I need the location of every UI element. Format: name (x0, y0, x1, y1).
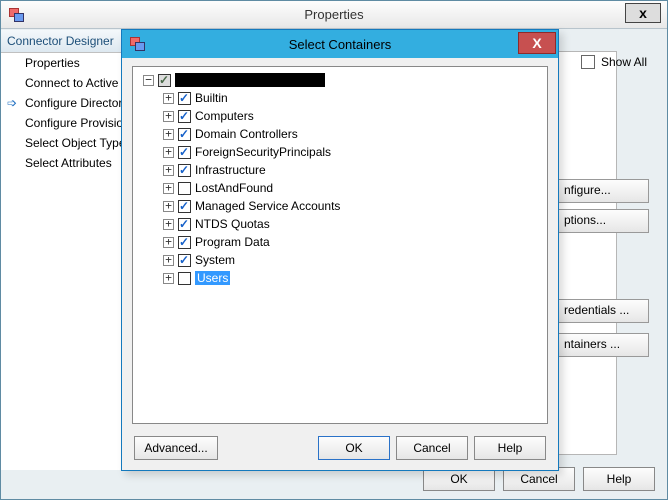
tree-checkbox[interactable] (178, 146, 191, 159)
root-checkbox[interactable] (158, 74, 171, 87)
tree-label[interactable]: ForeignSecurityPrincipals (195, 145, 331, 159)
tree-label[interactable]: Computers (195, 109, 254, 123)
expand-icon[interactable]: + (163, 129, 174, 140)
tree-checkbox[interactable] (178, 236, 191, 249)
tree-item[interactable]: + Users (163, 269, 543, 287)
tree-checkbox[interactable] (178, 218, 191, 231)
tree-label[interactable]: Domain Controllers (195, 127, 298, 141)
show-all-control: Show All (581, 55, 647, 69)
tree-checkbox[interactable] (178, 128, 191, 141)
tree-root-row[interactable]: − (143, 71, 543, 89)
select-containers-dialog: Select Containers X − + Builtin + Computers… (121, 29, 559, 471)
modal-cancel-button[interactable]: Cancel (396, 436, 468, 460)
expand-icon[interactable]: + (163, 255, 174, 266)
containers-button[interactable]: ntainers ... (557, 333, 649, 357)
tree-checkbox[interactable] (178, 254, 191, 267)
tree-item[interactable]: + Infrastructure (163, 161, 543, 179)
configure-button[interactable]: nfigure... (557, 179, 649, 203)
tree-label[interactable]: Builtin (195, 91, 228, 105)
tree-item[interactable]: + ForeignSecurityPrincipals (163, 143, 543, 161)
connector-designer-panel: Connector Designer PropertiesConnect to … (1, 30, 136, 470)
parent-title: Properties (304, 7, 363, 22)
tree-item[interactable]: + Domain Controllers (163, 125, 543, 143)
modal-close-button[interactable]: X (518, 32, 556, 54)
collapse-icon[interactable]: − (143, 75, 154, 86)
tree-item[interactable]: + Managed Service Accounts (163, 197, 543, 215)
credentials-button[interactable]: redentials ... (557, 299, 649, 323)
designer-step[interactable]: Select Object Types (1, 133, 135, 153)
advanced-button[interactable]: Advanced... (134, 436, 218, 460)
properties-window: Properties x Connector Designer Properti… (0, 0, 668, 500)
app-icon (9, 7, 25, 23)
tree-label[interactable]: NTDS Quotas (195, 217, 270, 231)
expand-icon[interactable]: + (163, 273, 174, 284)
tree-checkbox[interactable] (178, 182, 191, 195)
parent-titlebar: Properties x (1, 1, 667, 29)
expand-icon[interactable]: + (163, 165, 174, 176)
expand-icon[interactable]: + (163, 93, 174, 104)
tree-label[interactable]: System (195, 253, 235, 267)
root-label-redacted (175, 73, 325, 87)
tree-label[interactable]: Users (195, 271, 230, 285)
modal-title: Select Containers (289, 37, 392, 52)
expand-icon[interactable]: + (163, 201, 174, 212)
tree-checkbox[interactable] (178, 164, 191, 177)
tree-checkbox[interactable] (178, 200, 191, 213)
designer-step[interactable]: Configure Provisioning Hierarchy (1, 113, 135, 133)
tree-item[interactable]: + LostAndFound (163, 179, 543, 197)
tree-item[interactable]: + System (163, 251, 543, 269)
modal-titlebar: Select Containers X (122, 30, 558, 58)
expand-icon[interactable]: + (163, 237, 174, 248)
tree-item[interactable]: + Program Data (163, 233, 543, 251)
tree-checkbox[interactable] (178, 272, 191, 285)
containers-tree[interactable]: − +Builtin+Computers+Domain Controllers+… (132, 66, 548, 424)
tree-label[interactable]: Infrastructure (195, 163, 266, 177)
modal-button-bar: Advanced... OK Cancel Help (134, 436, 546, 460)
designer-step[interactable]: Properties (1, 53, 135, 73)
show-all-label: Show All (601, 55, 647, 69)
modal-help-button[interactable]: Help (474, 436, 546, 460)
tree-item[interactable]: + Computers (163, 107, 543, 125)
tree-item[interactable]: + NTDS Quotas (163, 215, 543, 233)
tree-checkbox[interactable] (178, 92, 191, 105)
designer-step[interactable]: Select Attributes (1, 153, 135, 173)
modal-app-icon (130, 36, 146, 52)
options-button[interactable]: ptions... (557, 209, 649, 233)
modal-ok-button[interactable]: OK (318, 436, 390, 460)
expand-icon[interactable]: + (163, 147, 174, 158)
connector-designer-header: Connector Designer (1, 30, 135, 53)
partitions-panel-bg (557, 51, 617, 455)
show-all-checkbox[interactable] (581, 55, 595, 69)
tree-label[interactable]: Program Data (195, 235, 270, 249)
tree-label[interactable]: LostAndFound (195, 181, 273, 195)
tree-label[interactable]: Managed Service Accounts (195, 199, 340, 213)
parent-help-button[interactable]: Help (583, 467, 655, 491)
designer-step[interactable]: Connect to Active Directory Forest (1, 73, 135, 93)
expand-icon[interactable]: + (163, 183, 174, 194)
tree-checkbox[interactable] (178, 110, 191, 123)
designer-step[interactable]: Configure Directory Partitions (1, 93, 135, 113)
tree-item[interactable]: + Builtin (163, 89, 543, 107)
parent-close-button[interactable]: x (625, 3, 661, 23)
expand-icon[interactable]: + (163, 219, 174, 230)
expand-icon[interactable]: + (163, 111, 174, 122)
